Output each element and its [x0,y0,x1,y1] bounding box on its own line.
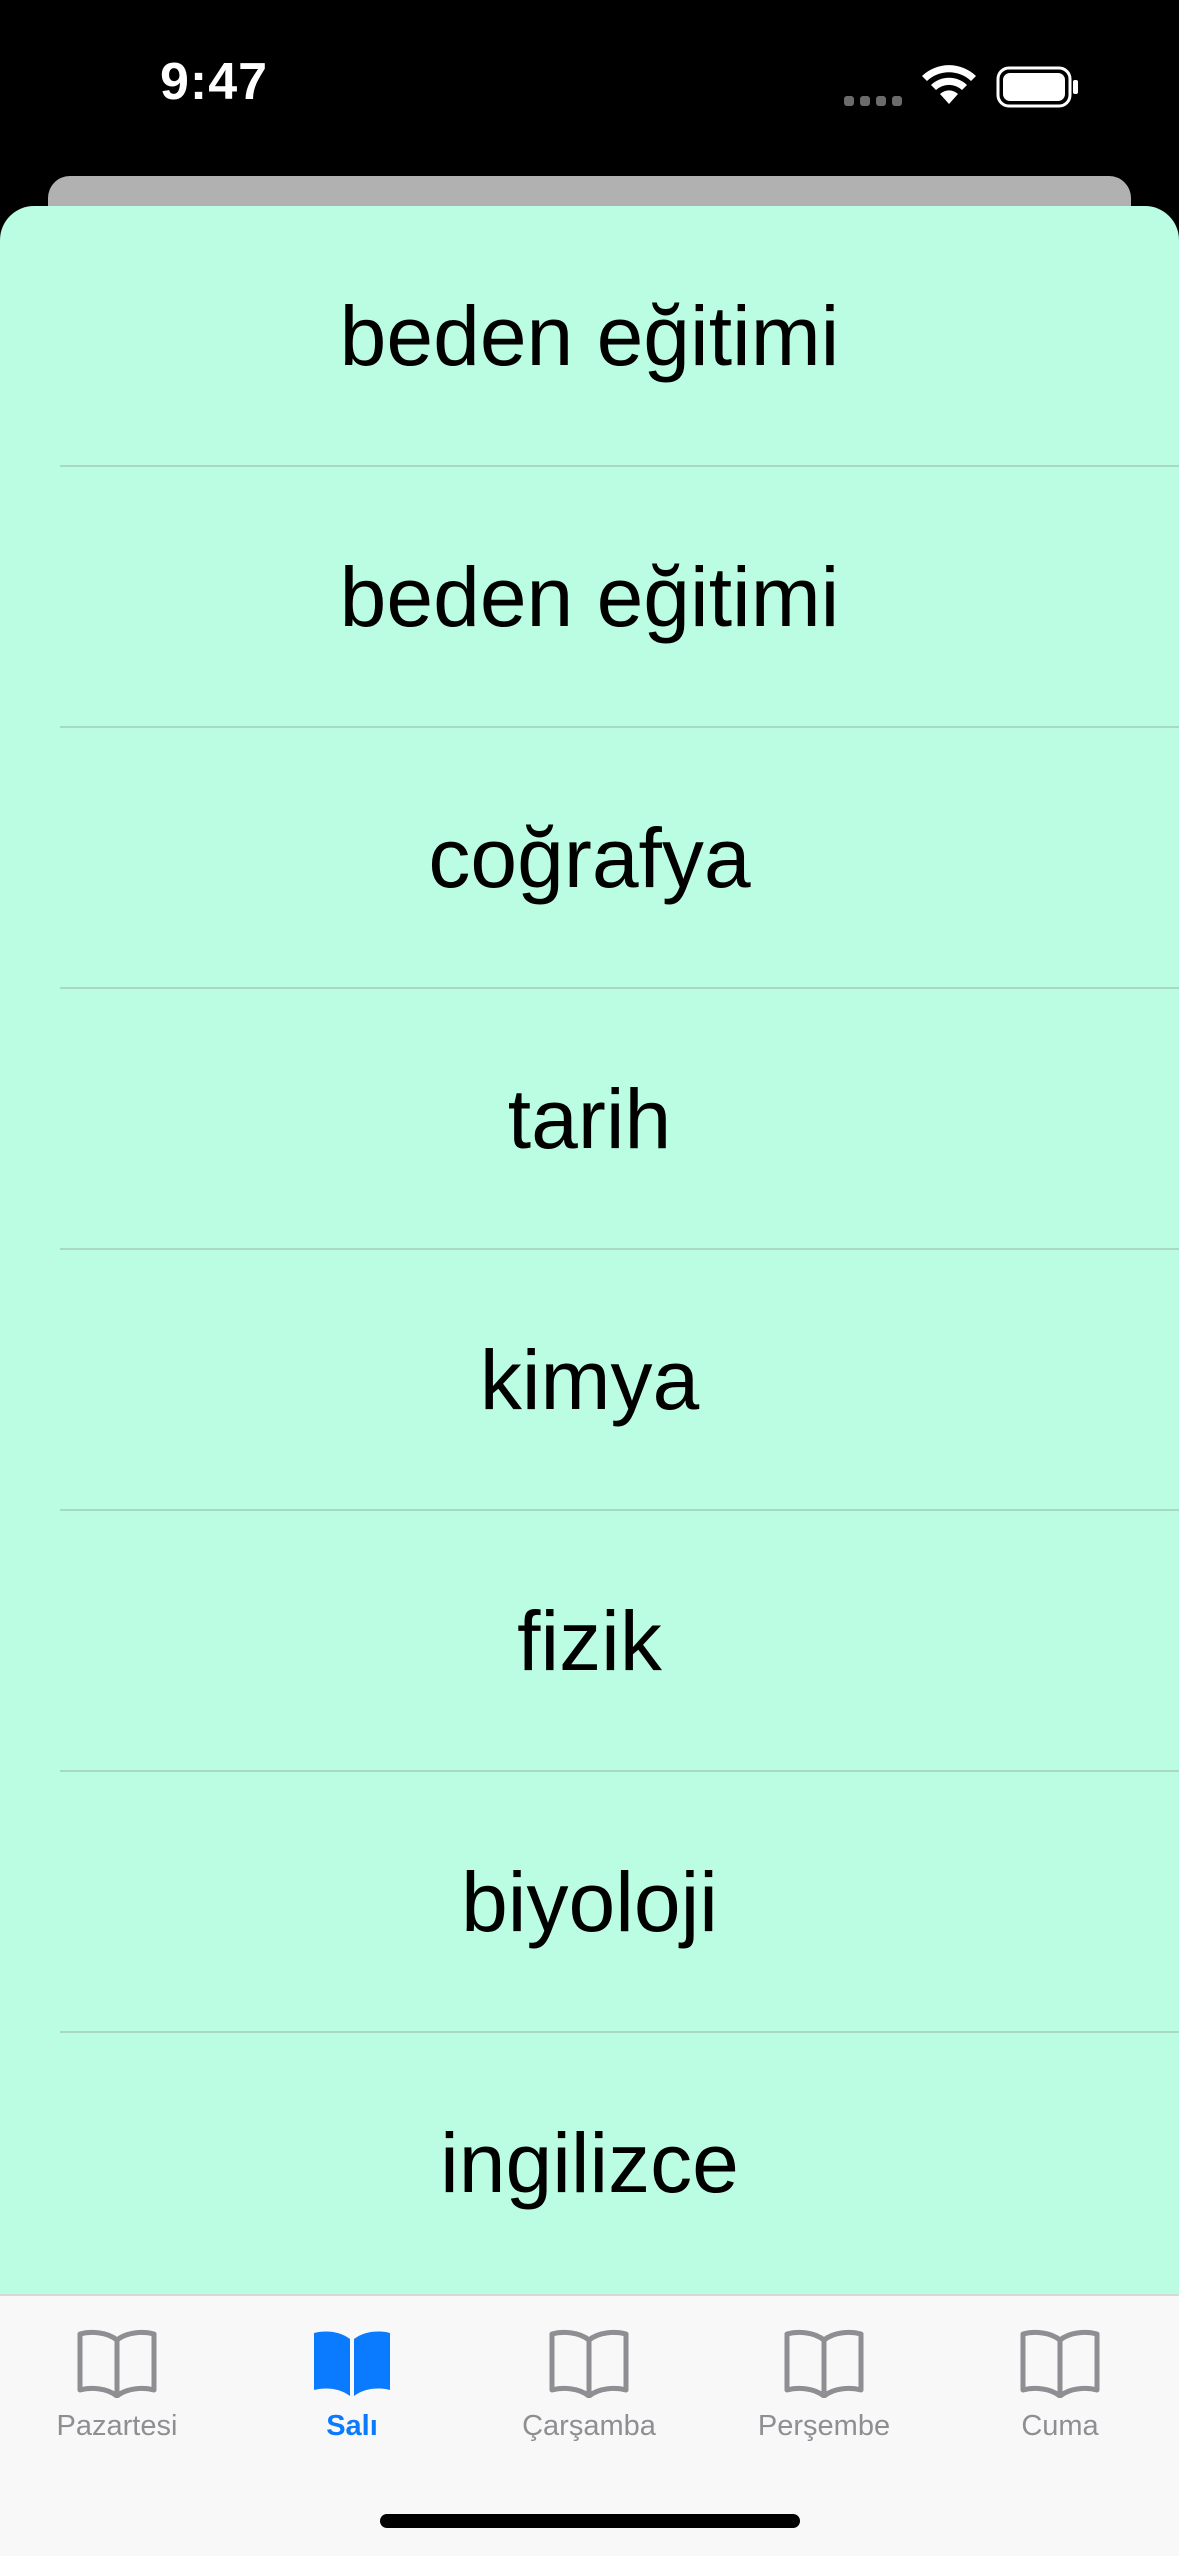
lesson-label: biyoloji [461,1855,718,1949]
lesson-row[interactable]: ingilizce [0,2033,1179,2294]
lesson-label: coğrafya [428,811,751,905]
tab-label: Perşembe [757,2410,891,2442]
lesson-label: beden eğitimi [339,550,840,644]
book-icon [77,2329,157,2398]
tab-label: Salı [326,2410,378,2442]
lesson-label: tarih [507,1072,672,1166]
lesson-row[interactable]: fizik [0,1511,1179,1772]
tab-cuma[interactable]: Cuma [945,2326,1175,2466]
wifi-icon [922,65,976,104]
status-time: 9:47 [160,53,269,111]
lesson-sheet: beden eğitimi beden eğitimi coğrafya tar… [0,206,1179,2556]
lesson-label: beden eğitimi [339,289,840,383]
lesson-label: fizik [517,1594,662,1688]
lesson-row[interactable]: beden eğitimi [0,206,1179,467]
tab-sali[interactable]: Salı [237,2326,467,2466]
book-icon [1020,2329,1100,2398]
lesson-label: kimya [479,1333,700,1427]
lesson-list: beden eğitimi beden eğitimi coğrafya tar… [0,206,1179,2294]
lesson-row[interactable]: coğrafya [0,728,1179,989]
lesson-row[interactable]: biyoloji [0,1772,1179,2033]
lesson-row[interactable]: tarih [0,989,1179,1250]
tab-pazartesi[interactable]: Pazartesi [2,2326,232,2466]
book-filled-icon [314,2331,390,2396]
tab-persembe[interactable]: Perşembe [709,2326,939,2466]
tab-carsamba[interactable]: Çarşamba [474,2326,704,2466]
status-bar: 9:47 [0,0,1179,170]
tab-label: Pazartesi [56,2410,178,2442]
book-icon [549,2329,629,2398]
book-icon [784,2329,864,2398]
tab-label: Cuma [1021,2410,1099,2442]
lesson-row[interactable]: kimya [0,1250,1179,1511]
lesson-label: ingilizce [440,2116,739,2210]
lesson-row[interactable]: beden eğitimi [0,467,1179,728]
tab-label: Çarşamba [522,2410,656,2442]
battery-icon [996,66,1078,108]
cellular-signal-icon [844,96,902,106]
home-indicator[interactable] [380,2514,800,2528]
